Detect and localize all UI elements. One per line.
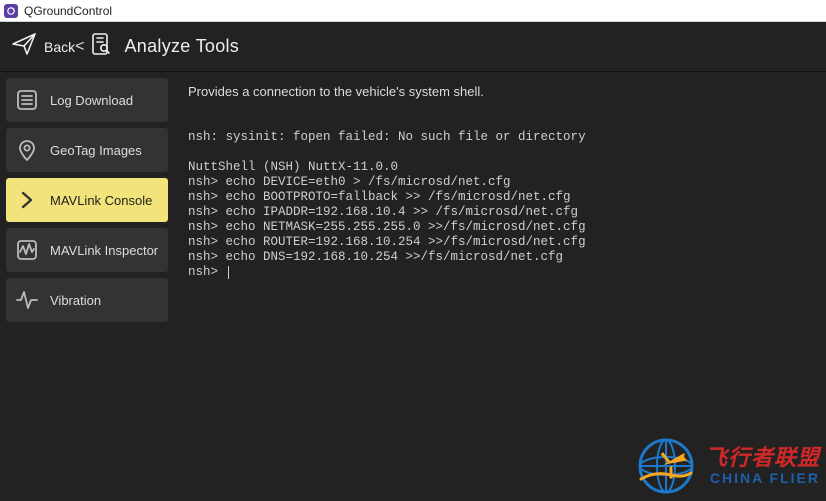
sidebar-item-label: GeoTag Images xyxy=(50,143,142,158)
panel-description: Provides a connection to the vehicle's s… xyxy=(188,84,812,99)
paper-plane-icon xyxy=(10,30,38,63)
sidebar-item-label: MAVLink Inspector xyxy=(50,243,158,258)
console-line: nsh> echo ROUTER=192.168.10.254 >>/fs/mi… xyxy=(188,235,586,249)
console-line: NuttShell (NSH) NuttX-11.0.0 xyxy=(188,160,398,174)
main-panel: Provides a connection to the vehicle's s… xyxy=(174,72,826,501)
list-lines-icon xyxy=(14,87,40,113)
sidebar-item-mavlink-console[interactable]: MAVLink Console xyxy=(6,178,168,222)
app-icon xyxy=(4,4,18,18)
console-output[interactable]: nsh: sysinit: fopen failed: No such file… xyxy=(188,115,812,491)
console-input-line[interactable]: nsh> xyxy=(188,265,812,280)
back-label: Back xyxy=(44,39,75,55)
console-line: nsh> echo DNS=192.168.10.254 >>/fs/micro… xyxy=(188,250,563,264)
text-cursor xyxy=(228,266,229,279)
sidebar-item-label: Vibration xyxy=(50,293,101,308)
sidebar-item-label: Log Download xyxy=(50,93,133,108)
analyze-tools-icon xyxy=(88,31,114,62)
pulse-icon xyxy=(14,287,40,313)
sidebar-item-label: MAVLink Console xyxy=(50,193,152,208)
waveform-box-icon xyxy=(14,237,40,263)
window-title: QGroundControl xyxy=(24,4,112,18)
pin-icon xyxy=(14,137,40,163)
console-line: nsh> echo NETMASK=255.255.255.0 >>/fs/mi… xyxy=(188,220,586,234)
console-line: nsh> echo BOOTPROTO=fallback >> /fs/micr… xyxy=(188,190,571,204)
console-line: nsh> echo IPADDR=192.168.10.4 >> /fs/mic… xyxy=(188,205,578,219)
page-title: Analyze Tools xyxy=(124,36,239,57)
sidebar-item-mavlink-inspector[interactable]: MAVLink Inspector xyxy=(6,228,168,272)
sidebar-item-vibration[interactable]: Vibration xyxy=(6,278,168,322)
back-button[interactable]: Back xyxy=(10,30,75,63)
breadcrumb-separator: < xyxy=(75,38,84,56)
sidebar-item-log-download[interactable]: Log Download xyxy=(6,78,168,122)
window-titlebar: QGroundControl xyxy=(0,0,826,22)
console-line: nsh> echo DEVICE=eth0 > /fs/microsd/net.… xyxy=(188,175,511,189)
console-prompt: nsh> xyxy=(188,265,226,280)
sidebar: Log Download GeoTag Images MAVLink xyxy=(0,72,174,501)
console-line: nsh: sysinit: fopen failed: No such file… xyxy=(188,130,586,144)
sidebar-item-geotag[interactable]: GeoTag Images xyxy=(6,128,168,172)
page-header: Back < Analyze Tools xyxy=(0,22,826,72)
chevron-right-icon xyxy=(14,187,40,213)
